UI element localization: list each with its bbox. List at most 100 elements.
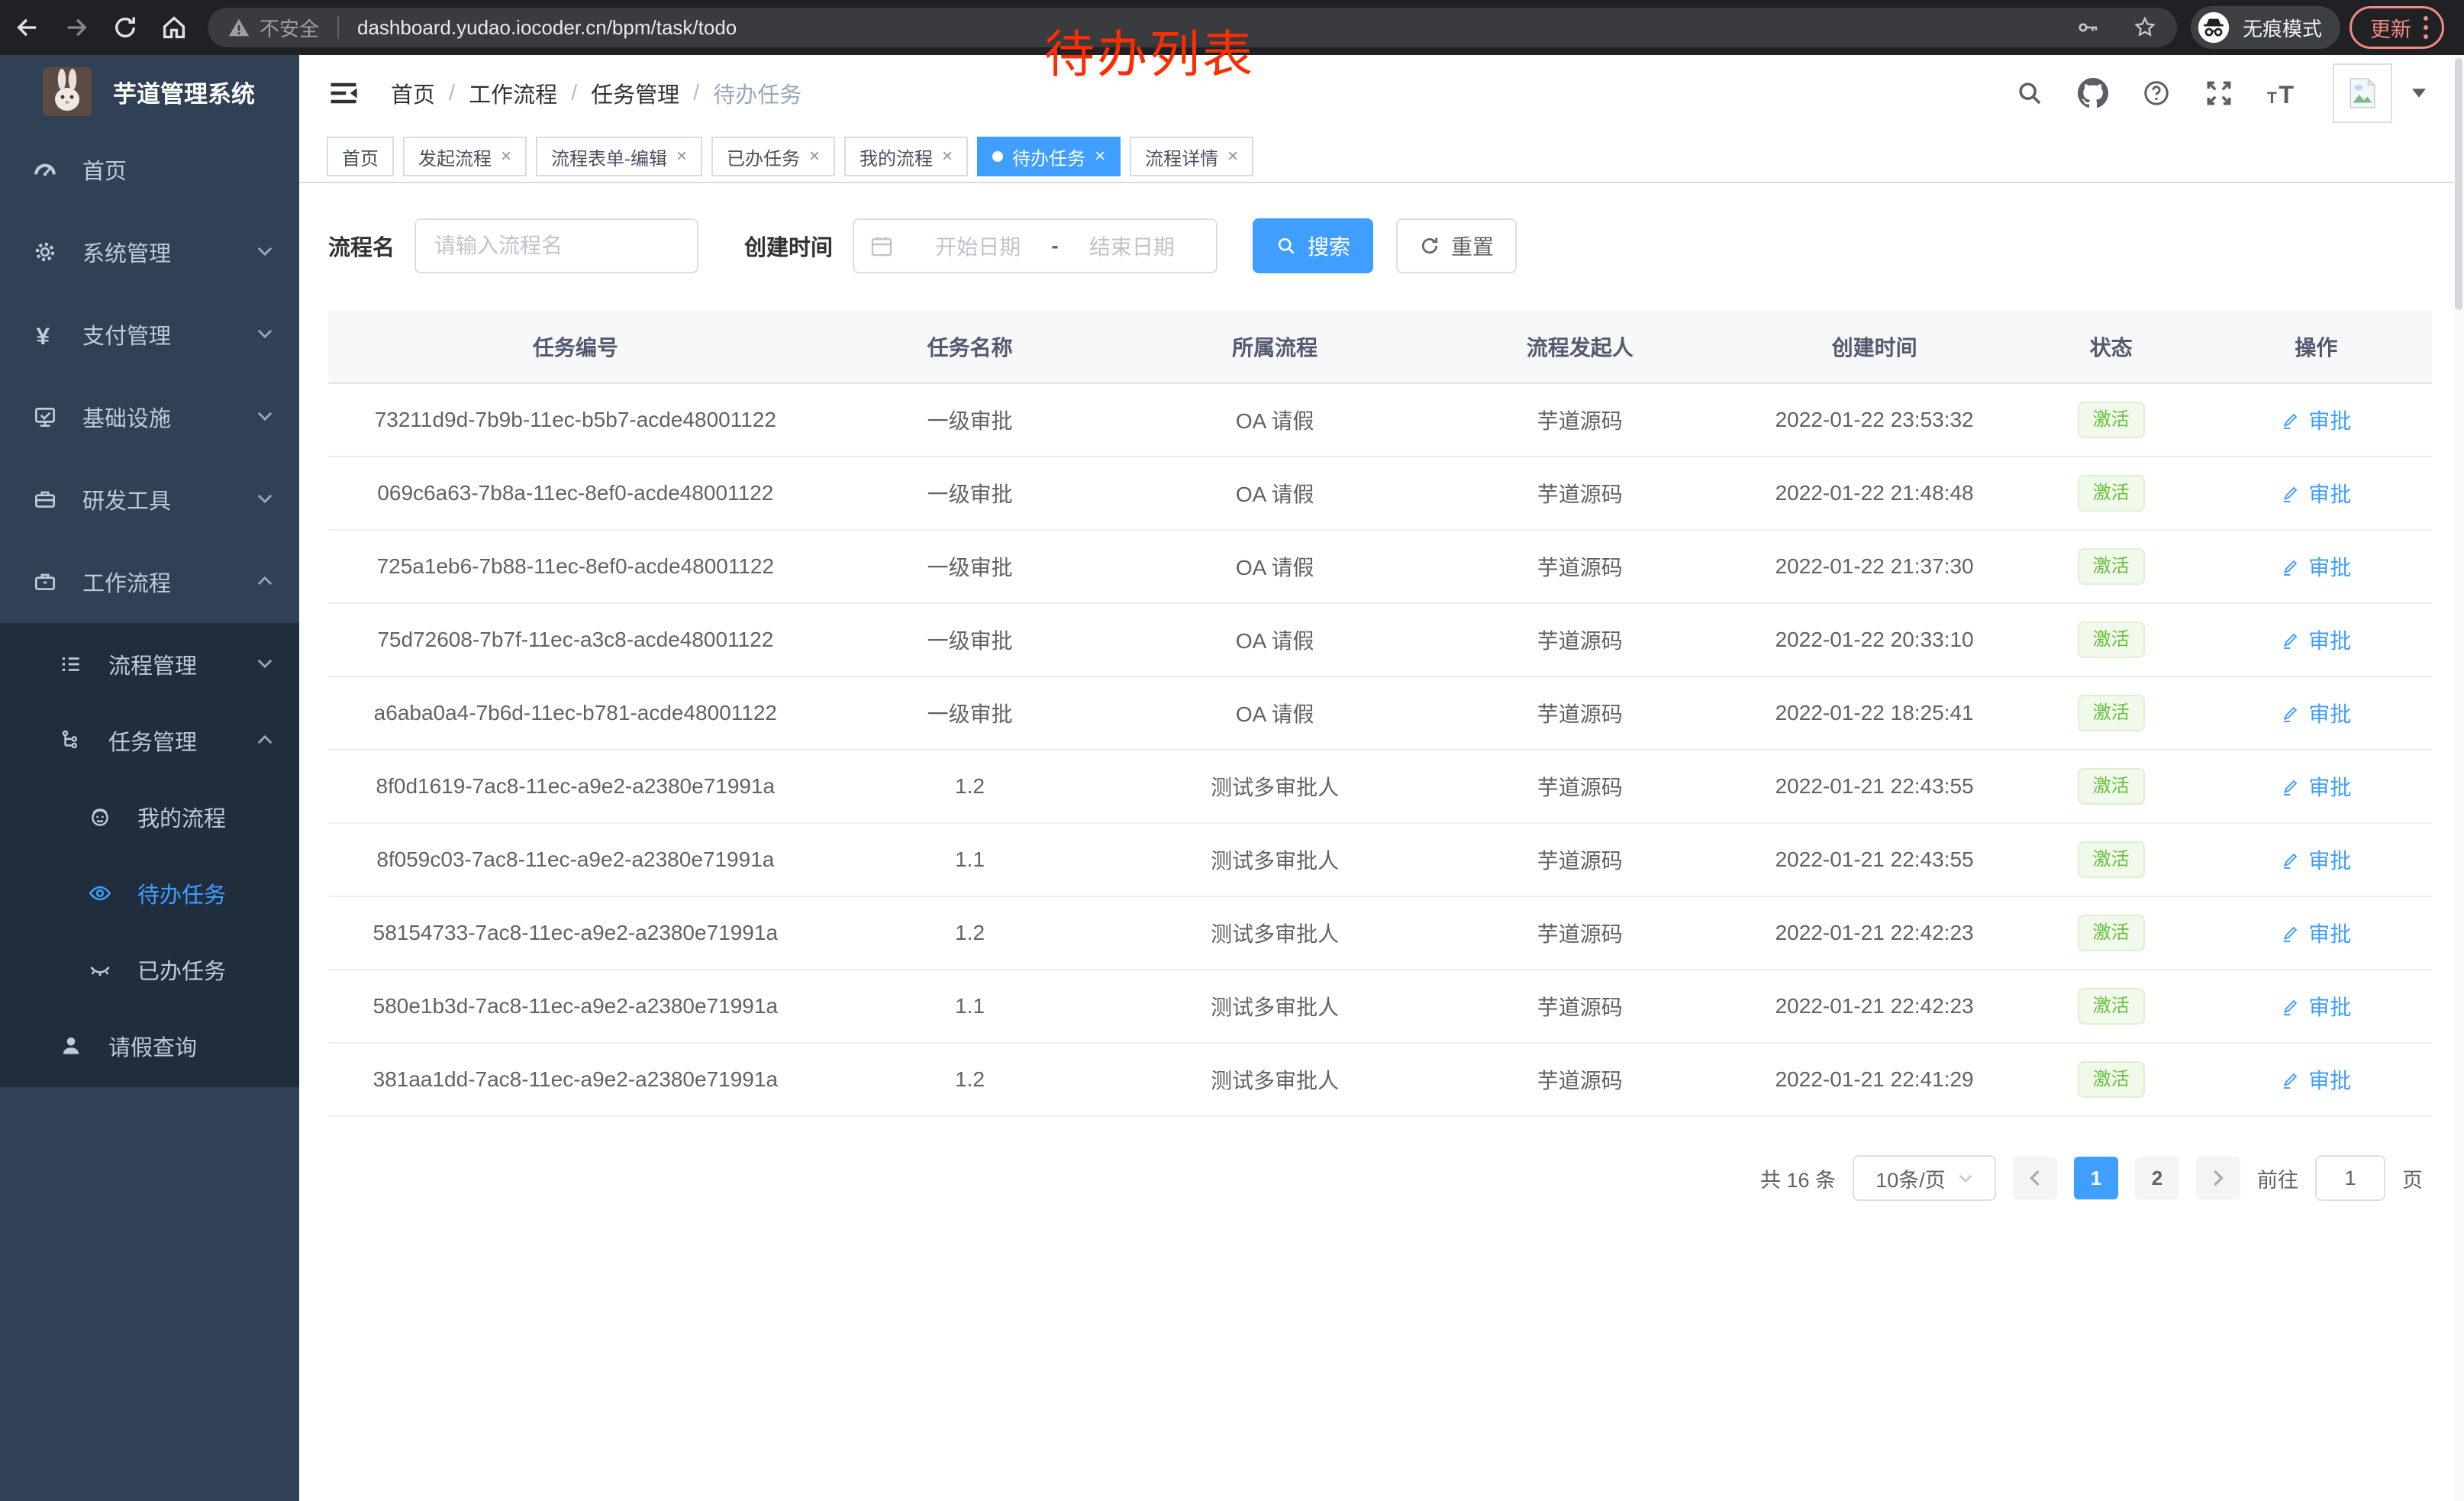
sidebar-item-payment[interactable]: ¥ 支付管理 (0, 293, 299, 376)
actions-cell: 审批 (2201, 603, 2432, 676)
chevron-up-icon (256, 734, 273, 745)
sidebar-item-todo-tasks[interactable]: 待办任务 (0, 855, 299, 931)
page-button-1[interactable]: 1 (2074, 1157, 2118, 1199)
chevron-down-icon[interactable] (2412, 89, 2426, 98)
sidebar-item-dev-tools[interactable]: 研发工具 (0, 458, 299, 541)
chevron-down-icon (256, 328, 273, 339)
task-name-cell: 1.2 (823, 896, 1118, 970)
process-name-input[interactable] (414, 218, 698, 273)
address-bar[interactable]: 不安全 dashboard.yudao.iocoder.cn/bpm/task/… (208, 8, 2177, 47)
page-size-select[interactable]: 10条/页 (1853, 1155, 1996, 1201)
tab-done-tasks[interactable]: 已办任务× (711, 137, 835, 176)
goto-page-input[interactable] (2315, 1155, 2385, 1201)
status-cell: 激活 (2022, 383, 2201, 457)
github-icon[interactable] (2078, 78, 2108, 108)
task-id-cell: 069c6a63-7b8a-11ec-8ef0-acde48001122 (328, 457, 823, 530)
sidebar-item-leave-query[interactable]: 请假查询 (0, 1008, 299, 1084)
bookmark-star-icon[interactable] (2133, 15, 2157, 40)
main-area: 首页 / 工作流程 / 任务管理 / 待办任务 TT 首页 发起流程× 流程表单… (299, 55, 2453, 1501)
chevron-left-icon (2029, 1169, 2041, 1187)
close-icon[interactable]: × (1095, 146, 1105, 167)
status-badge: 激活 (2078, 1061, 2145, 1099)
close-icon[interactable]: × (942, 146, 953, 167)
chevron-down-icon (256, 658, 273, 669)
sidebar-item-system[interactable]: 系统管理 (0, 211, 299, 293)
briefcase-icon (32, 569, 58, 595)
browser-forward-icon[interactable] (55, 6, 98, 49)
sidebar-item-done-tasks[interactable]: 已办任务 (0, 931, 299, 1008)
avatar[interactable] (2333, 63, 2392, 123)
sidebar-item-infrastructure[interactable]: 基础设施 (0, 376, 299, 458)
sidebar-item-task-mgmt[interactable]: 任务管理 (0, 702, 299, 779)
approve-link[interactable]: 审批 (2281, 1064, 2351, 1095)
incognito-badge: 无痕模式 (2191, 6, 2340, 49)
svg-text:T: T (2279, 80, 2294, 108)
close-icon[interactable]: × (501, 146, 511, 167)
close-icon[interactable]: × (809, 146, 820, 167)
app-logo-row[interactable]: 芋道管理系统 (0, 55, 299, 128)
fullscreen-icon[interactable] (2204, 79, 2233, 108)
browser-back-icon[interactable] (6, 6, 49, 49)
browser-refresh-icon[interactable] (104, 6, 147, 49)
create-time-label: 创建时间 (744, 230, 833, 262)
help-icon[interactable] (2142, 79, 2171, 108)
sidebar-item-workflow[interactable]: 工作流程 (0, 541, 299, 623)
created-cell: 2022-01-22 21:48:48 (1727, 457, 2022, 530)
sidebar-item-home[interactable]: 首页 (0, 128, 299, 211)
chevron-down-icon (256, 493, 273, 504)
process-cell: OA 请假 (1117, 457, 1432, 530)
approve-link[interactable]: 审批 (2281, 405, 2351, 435)
approve-link[interactable]: 审批 (2281, 625, 2351, 655)
approve-link[interactable]: 审批 (2281, 771, 2351, 802)
browser-menu-icon[interactable] (2424, 16, 2428, 39)
prev-page-button[interactable] (2013, 1157, 2057, 1199)
sidebar-item-my-process[interactable]: 我的流程 (0, 779, 299, 855)
reset-button[interactable]: 重置 (1396, 218, 1517, 273)
tag-view-bar: 首页 发起流程× 流程表单-编辑× 已办任务× 我的流程× 待办任务× 流程详情… (299, 131, 2453, 183)
page-button-2[interactable]: 2 (2135, 1157, 2179, 1199)
status-badge: 激活 (2078, 988, 2145, 1025)
tab-home[interactable]: 首页 (327, 137, 394, 176)
task-name-cell: 一级审批 (823, 383, 1118, 457)
sidebar-collapse-icon[interactable] (327, 76, 362, 111)
tab-form-edit[interactable]: 流程表单-编辑× (536, 137, 702, 176)
tab-my-process[interactable]: 我的流程× (844, 137, 968, 176)
tab-start-process[interactable]: 发起流程× (403, 137, 527, 176)
browser-home-icon[interactable] (153, 6, 195, 49)
approve-link[interactable]: 审批 (2281, 844, 2351, 875)
tab-process-detail[interactable]: 流程详情× (1130, 137, 1253, 176)
dashboard-icon (32, 157, 58, 182)
close-icon[interactable]: × (1227, 146, 1238, 167)
table-row: 58154733-7ac8-11ec-a9e2-a2380e71991a 1.2… (328, 896, 2432, 970)
breadcrumb-workflow[interactable]: 工作流程 (469, 77, 557, 109)
scrollbar-thumb[interactable] (2455, 58, 2462, 310)
col-starter: 流程发起人 (1433, 310, 1727, 383)
breadcrumb-task-mgmt[interactable]: 任务管理 (591, 77, 679, 109)
search-button[interactable]: 搜索 (1253, 218, 1373, 273)
approve-link[interactable]: 审批 (2281, 918, 2351, 948)
next-page-button[interactable] (2196, 1157, 2240, 1199)
close-icon[interactable]: × (676, 146, 687, 167)
approve-link[interactable]: 审批 (2281, 991, 2351, 1022)
edit-pen-icon (2281, 850, 2301, 870)
incognito-icon (2197, 11, 2230, 44)
approve-link[interactable]: 审批 (2281, 551, 2351, 582)
browser-update-button[interactable]: 更新 (2350, 6, 2444, 49)
col-process: 所属流程 (1117, 310, 1432, 383)
status-badge: 激活 (2078, 915, 2145, 952)
password-key-icon[interactable] (2076, 15, 2101, 40)
approve-link[interactable]: 审批 (2281, 698, 2351, 728)
search-icon[interactable] (2015, 79, 2044, 108)
sidebar-item-process-mgmt[interactable]: 流程管理 (0, 626, 299, 702)
font-size-icon[interactable]: TT (2267, 79, 2299, 108)
url-text[interactable]: dashboard.yudao.iocoder.cn/bpm/task/todo (357, 16, 2076, 40)
tab-todo-tasks[interactable]: 待办任务× (977, 137, 1121, 176)
approve-link[interactable]: 审批 (2281, 478, 2351, 508)
security-indicator[interactable]: 不安全 (227, 14, 319, 42)
breadcrumb-home[interactable]: 首页 (391, 77, 435, 109)
created-cell: 2022-01-21 22:43:55 (1727, 750, 2022, 823)
date-range-picker[interactable]: 开始日期 - 结束日期 (853, 218, 1217, 273)
starter-cell: 芋道源码 (1433, 457, 1727, 530)
created-cell: 2022-01-21 22:43:55 (1727, 823, 2022, 896)
page-scrollbar[interactable] (2453, 55, 2464, 1501)
